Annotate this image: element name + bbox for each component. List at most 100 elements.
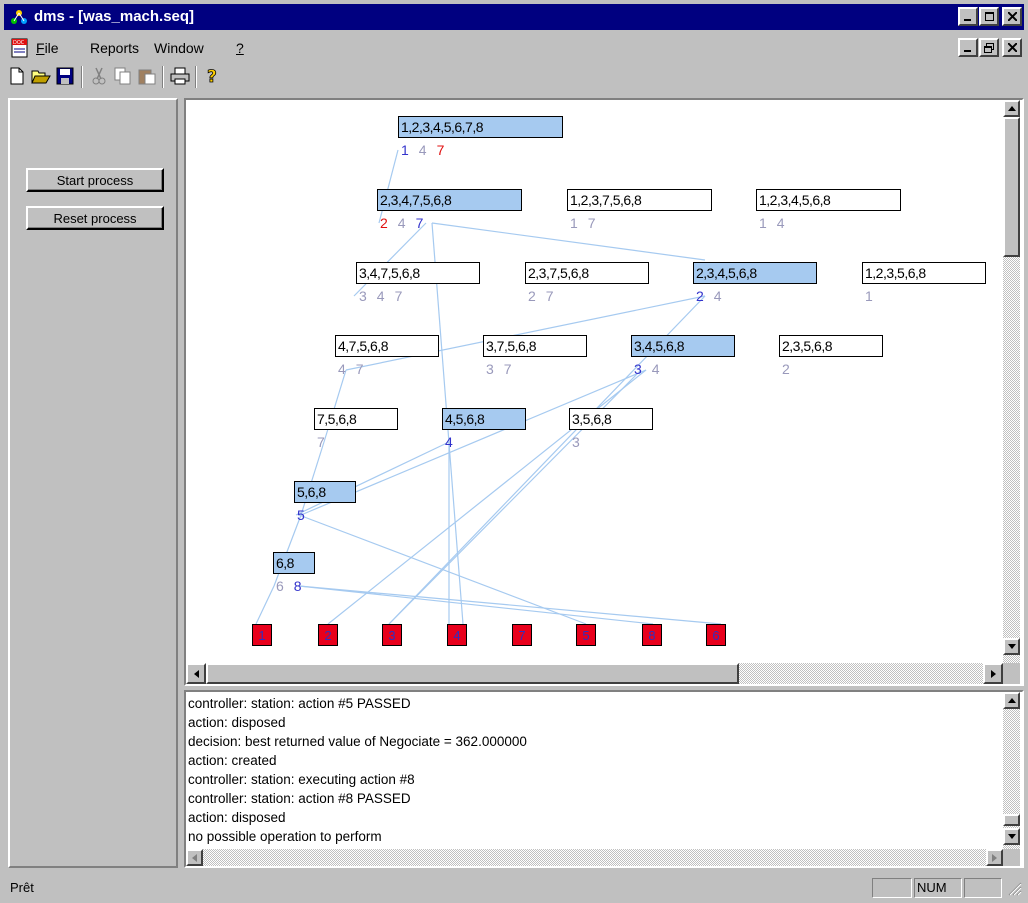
node-label: 2 [528, 288, 536, 304]
print-icon[interactable] [169, 65, 191, 87]
graph-edge [431, 222, 706, 261]
menu-reports[interactable]: Reports [90, 40, 139, 56]
node-label: 4 [713, 288, 722, 304]
scroll-right-icon[interactable] [983, 663, 1003, 684]
menu-file[interactable]: File [36, 40, 59, 56]
svg-text:DOC: DOC [13, 40, 25, 46]
scroll-left-icon[interactable] [186, 663, 206, 684]
node-label: 7 [317, 434, 325, 450]
copy-icon[interactable] [112, 65, 134, 87]
log-line: controller: station: executing action #8 [188, 772, 415, 787]
toolbar-separator [162, 66, 164, 88]
menu-help[interactable]: ? [236, 40, 244, 56]
graph-node[interactable]: 7,5,6,8 [314, 408, 398, 430]
child-restore-icon[interactable] [979, 38, 999, 57]
graph-node[interactable]: 4,7,5,6,8 [335, 335, 439, 357]
sequence-square[interactable]: 8 [642, 624, 662, 646]
node-label-group: 27 [528, 288, 564, 304]
node-label: 8 [293, 578, 302, 594]
scroll-down-icon[interactable] [1003, 638, 1020, 655]
toolbar: ? [4, 62, 1024, 92]
node-label-group: 17 [570, 215, 606, 231]
child-minimize-icon[interactable] [958, 38, 978, 57]
close-icon[interactable] [1002, 7, 1022, 26]
node-label: 7 [394, 288, 403, 304]
graph-node[interactable]: 2,3,4,5,6,8 [693, 262, 817, 284]
node-label: 4 [397, 215, 406, 231]
graph-edge [345, 295, 706, 371]
scroll-up-icon[interactable] [1003, 100, 1020, 117]
node-label-group: 147 [401, 142, 454, 158]
child-close-icon[interactable] [1002, 38, 1022, 57]
open-icon[interactable] [30, 65, 52, 87]
graph-node[interactable]: 1,2,3,5,6,8 [862, 262, 986, 284]
node-label-group: 34 [634, 361, 670, 377]
menu-window[interactable]: Window [154, 40, 204, 56]
graph-node[interactable]: 3,7,5,6,8 [483, 335, 587, 357]
graph-node[interactable]: 3,4,7,5,6,8 [356, 262, 480, 284]
log-scroll-thumb[interactable] [1003, 814, 1020, 826]
graph-edge [298, 585, 722, 625]
title-bar[interactable]: dms - [was_mach.seq] [4, 4, 1024, 30]
resize-grip-icon[interactable] [1008, 882, 1022, 896]
node-label-group: 7 [317, 434, 335, 450]
graph-node[interactable]: 3,5,6,8 [569, 408, 653, 430]
menu-bar: DOC File Reports Window ? [4, 36, 1024, 60]
minimize-icon[interactable] [958, 7, 978, 26]
log-scroll-right-icon[interactable] [986, 849, 1003, 866]
maximize-icon[interactable] [979, 7, 999, 26]
status-bar: Prêt NUM [4, 876, 1024, 900]
graph-edge [353, 222, 427, 297]
log-scroll-corner [1003, 849, 1020, 866]
sequence-square[interactable]: 5 [576, 624, 596, 646]
horizontal-scroll-thumb[interactable] [206, 663, 739, 684]
log-horizontal-scrollbar[interactable] [186, 849, 1003, 866]
menu-file-label: ile [44, 40, 59, 56]
node-label-group: 347 [359, 288, 412, 304]
graph-node[interactable]: 4,5,6,8 [442, 408, 526, 430]
graph-node[interactable]: 1,2,3,4,5,6,7,8 [398, 116, 563, 138]
save-icon[interactable] [54, 65, 76, 87]
graph-node[interactable]: 2,3,4,7,5,6,8 [377, 189, 522, 211]
toolbar-separator [81, 66, 83, 88]
node-label: 2 [380, 215, 388, 231]
node-label: 3 [634, 361, 642, 377]
vertical-scroll-thumb[interactable] [1003, 117, 1020, 257]
sequence-square[interactable]: 1 [252, 624, 272, 646]
paste-icon[interactable] [136, 65, 158, 87]
node-label-group: 2 [782, 361, 800, 377]
graph-node[interactable]: 1,2,3,4,5,6,8 [756, 189, 901, 211]
graph-canvas[interactable]: 1,2,3,4,5,6,7,8 1 4 7 2,3,4,7,5,6,8 2 4 7 1,2,3,… [186, 100, 1003, 663]
node-label: 3 [486, 361, 494, 377]
cut-icon[interactable] [88, 65, 110, 87]
node-label: 7 [503, 361, 512, 377]
log-scroll-down-icon[interactable] [1003, 828, 1020, 845]
sequence-square[interactable]: 6 [706, 624, 726, 646]
log-line: controller: station: action #8 PASSED [188, 791, 411, 806]
start-process-button[interactable]: Start process [26, 168, 164, 192]
graph-node[interactable]: 2,3,7,5,6,8 [525, 262, 649, 284]
toolbar-separator [195, 66, 197, 88]
log-scroll-left-icon[interactable] [186, 849, 203, 866]
new-icon[interactable] [6, 65, 28, 87]
graph-node[interactable]: 5,6,8 [294, 481, 356, 503]
graph-node[interactable]: 2,3,5,6,8 [779, 335, 883, 357]
status-panel-scroll [964, 878, 1002, 898]
reset-process-button[interactable]: Reset process [26, 206, 164, 230]
node-label: 1 [759, 215, 767, 231]
window-title: dms - [was_mach.seq] [34, 8, 195, 25]
sequence-square[interactable]: 7 [512, 624, 532, 646]
node-label-group: 68 [276, 578, 312, 594]
graph-node[interactable]: 6,8 [273, 552, 315, 574]
sequence-square[interactable]: 2 [318, 624, 338, 646]
log-text[interactable]: controller: station: action #5 PASSED act… [188, 694, 1000, 846]
sequence-square[interactable]: 4 [447, 624, 467, 646]
sequence-square[interactable]: 3 [382, 624, 402, 646]
log-scroll-up-icon[interactable] [1003, 692, 1020, 709]
graph-node[interactable]: 3,4,5,6,8 [631, 335, 735, 357]
document-icon[interactable]: DOC [10, 38, 30, 58]
node-label-group: 37 [486, 361, 522, 377]
graph-node[interactable]: 1,2,3,7,5,6,8 [567, 189, 712, 211]
control-panel: Start process Reset process [8, 98, 178, 868]
help-icon[interactable]: ? [202, 65, 224, 87]
